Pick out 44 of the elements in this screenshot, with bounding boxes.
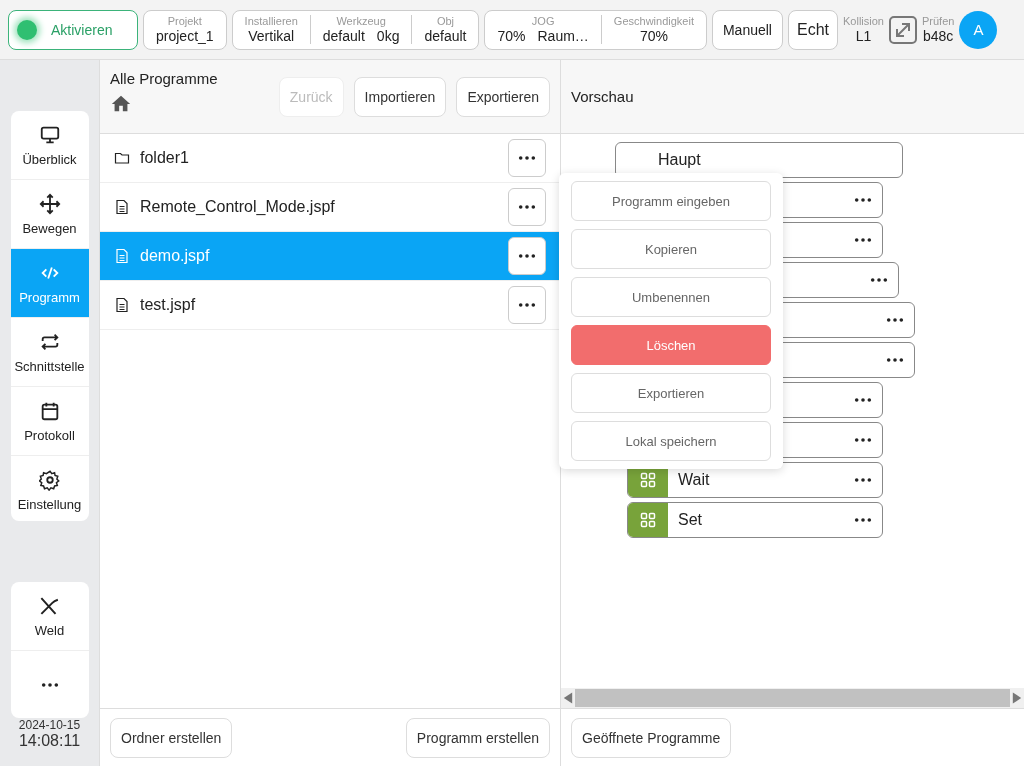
panel-title: Alle Programme [110, 70, 218, 87]
status-value: 70% [639, 27, 668, 44]
status-value: 70% [497, 27, 526, 44]
status-value: default [424, 27, 467, 44]
nav-item[interactable]: Überblick [10, 111, 89, 180]
mode-button[interactable]: Manuell [711, 9, 783, 50]
time-text: 14:08:11 [18, 732, 81, 750]
check-value: b48c [923, 27, 954, 44]
date-text: 2024-10-15 [18, 718, 81, 732]
menu-item[interactable]: Lokal speichern [571, 421, 771, 461]
menu-item[interactable]: Programm eingeben [571, 181, 771, 221]
menu-item[interactable]: Exportieren [571, 373, 771, 413]
menu-item[interactable]: Kopieren [571, 229, 771, 269]
mode-button[interactable]: Echt [788, 9, 838, 50]
footer-button[interactable]: Programm erstellen [405, 717, 550, 758]
footer-button[interactable]: Geöffnete Programme [571, 717, 732, 758]
status-label: Geschwindigkeit [613, 15, 694, 28]
status-value: 0kg [376, 27, 400, 44]
status-label: Obj [436, 15, 454, 28]
status-label: JOG [531, 15, 555, 28]
status-value: default [322, 27, 365, 44]
menu-item[interactable]: Umbenennen [571, 277, 771, 317]
status-value: Vertikal [248, 27, 295, 44]
status-label: Werkzeug [336, 15, 386, 28]
file-row[interactable]: test.jspf [100, 281, 560, 330]
collision-label: Kollision [843, 15, 884, 28]
toolbar-button[interactable]: Exportieren [456, 76, 550, 117]
collision-value: L1 [855, 27, 872, 44]
nav-item[interactable]: Einstellung [10, 456, 89, 521]
toolbar-button[interactable]: Importieren [353, 76, 447, 117]
status-value: Raum… [537, 27, 589, 44]
status-label: Installieren [244, 15, 298, 28]
footer-button[interactable]: Ordner erstellen [110, 717, 233, 758]
status-value: project_1 [156, 27, 214, 44]
nav-item[interactable]: Protokoll [10, 387, 89, 456]
status-label: Projekt [167, 15, 202, 28]
tree-node[interactable]: Set [627, 502, 883, 538]
status-group[interactable]: Installieren Vertikal Werkzeug default 0kg Obj default [231, 9, 480, 50]
file-row[interactable]: folder1 [100, 134, 560, 183]
status-group[interactable]: JOG 70% Raum… Geschwindigkeit 70% [484, 9, 707, 50]
nav-item[interactable]: Schnittstelle [10, 318, 89, 387]
panel-title: Vorschau [571, 88, 634, 105]
check-label: Prüfen [921, 15, 955, 28]
status-group[interactable]: Projekt project_1 [143, 9, 227, 50]
